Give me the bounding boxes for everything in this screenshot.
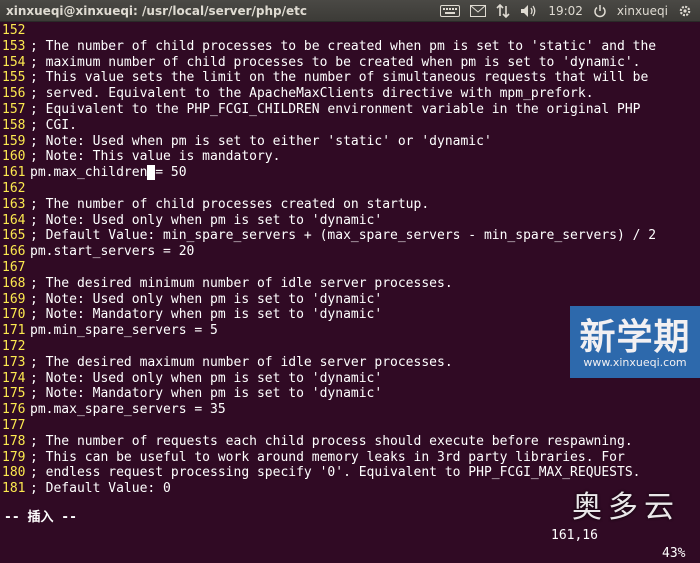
- editor-line[interactable]: 169; Note: Used only when pm is set to '…: [0, 292, 700, 308]
- editor-line[interactable]: 157; Equivalent to the PHP_FCGI_CHILDREN…: [0, 102, 700, 118]
- line-number: 177: [2, 417, 26, 433]
- line-text: ; Note: Mandatory when pm is set to 'dyn…: [30, 307, 383, 323]
- line-number: 179: [2, 449, 26, 465]
- line-number: 153: [2, 38, 26, 54]
- line-text: ; The number of requests each child proc…: [30, 433, 633, 449]
- line-number: 155: [2, 70, 26, 86]
- editor-line[interactable]: 175; Note: Mandatory when pm is set to '…: [0, 386, 700, 402]
- line-number: 167: [2, 259, 26, 275]
- line-text: ; The number of child processes to be cr…: [30, 38, 657, 54]
- editor-line[interactable]: 160; Note: This value is mandatory.: [0, 149, 700, 165]
- power-icon[interactable]: [593, 4, 607, 18]
- line-number: 161: [2, 165, 26, 181]
- line-number: 168: [2, 275, 26, 291]
- editor-line[interactable]: 153; The number of child processes to be…: [0, 39, 700, 55]
- line-number: 158: [2, 117, 26, 133]
- watermark-logo: 新学期 www.xinxueqi.com: [570, 306, 700, 378]
- line-number: 178: [2, 433, 26, 449]
- insert-mode-indicator: -- 插入 --: [4, 510, 77, 525]
- line-text: ; Note: Used only when pm is set to 'dyn…: [30, 212, 383, 228]
- line-text: = 50: [155, 165, 187, 181]
- line-number: 157: [2, 101, 26, 117]
- editor-line[interactable]: 178; The number of requests each child p…: [0, 434, 700, 450]
- line-number: 160: [2, 149, 26, 165]
- clock[interactable]: 19:02: [548, 4, 583, 18]
- mail-icon[interactable]: [470, 4, 487, 17]
- line-text: ; The desired minimum number of idle ser…: [30, 275, 453, 291]
- scroll-percent: 43%: [662, 546, 686, 561]
- editor-line[interactable]: 168; The desired minimum number of idle …: [0, 276, 700, 292]
- line-text: pm.min_spare_servers = 5: [30, 323, 218, 339]
- line-number: 152: [2, 23, 26, 38]
- editor-line[interactable]: 165; Default Value: min_spare_servers + …: [0, 228, 700, 244]
- cursor-position: 161,16: [551, 528, 598, 543]
- panel-indicators: 19:02 xinxueqi: [440, 3, 700, 18]
- line-number: 170: [2, 307, 26, 323]
- line-text: ; Equivalent to the PHP_FCGI_CHILDREN en…: [30, 101, 641, 117]
- line-number: 163: [2, 196, 26, 212]
- line-text: ; Note: Used only when pm is set to 'dyn…: [30, 291, 383, 307]
- line-number: 165: [2, 228, 26, 244]
- editor-line[interactable]: 152: [0, 23, 700, 39]
- line-text: ; The number of child processes created …: [30, 196, 430, 212]
- line-text: ; Note: Used when pm is set to either 's…: [30, 133, 492, 149]
- volume-icon[interactable]: [520, 4, 538, 18]
- line-text: ; This can be useful to work around memo…: [30, 449, 625, 465]
- line-number: 169: [2, 291, 26, 307]
- top-panel: xinxueqi@xinxueqi: /usr/local/server/php…: [0, 0, 700, 22]
- line-number: 173: [2, 354, 26, 370]
- line-number: 171: [2, 323, 26, 339]
- line-text: pm.max_children: [30, 165, 148, 181]
- watermark-brand: 奥多云: [572, 490, 680, 525]
- editor-line[interactable]: 163; The number of child processes creat…: [0, 197, 700, 213]
- editor-line[interactable]: 180; endless request processing specify …: [0, 465, 700, 481]
- window-title: xinxueqi@xinxueqi: /usr/local/server/php…: [6, 3, 308, 18]
- line-text: ; Note: This value is mandatory.: [30, 149, 281, 165]
- line-text: pm.max_spare_servers = 35: [30, 402, 226, 418]
- user-name[interactable]: xinxueqi: [617, 4, 668, 18]
- line-number: 164: [2, 212, 26, 228]
- line-text: ; This value sets the limit on the numbe…: [30, 70, 649, 86]
- keyboard-icon[interactable]: [440, 4, 461, 17]
- line-number: 175: [2, 386, 26, 402]
- line-text: pm.start_servers = 20: [30, 244, 195, 260]
- line-text: ; Note: Used only when pm is set to 'dyn…: [30, 370, 383, 386]
- line-text: ; endless request processing specify '0'…: [30, 465, 641, 481]
- line-text: ; maximum number of child processes to b…: [30, 54, 641, 70]
- editor-line[interactable]: 159; Note: Used when pm is set to either…: [0, 134, 700, 150]
- line-number: 166: [2, 244, 26, 260]
- line-text: ; CGI.: [30, 117, 77, 133]
- editor-line[interactable]: 166 pm.start_servers = 20: [0, 244, 700, 260]
- line-number: 154: [2, 54, 26, 70]
- editor-line[interactable]: 164; Note: Used only when pm is set to '…: [0, 213, 700, 229]
- editor-line[interactable]: 179; This can be useful to work around m…: [0, 450, 700, 466]
- line-text: ; Default Value: min_spare_servers + (ma…: [30, 228, 657, 244]
- line-number: 180: [2, 465, 26, 481]
- line-text: ; The desired maximum number of idle ser…: [30, 354, 453, 370]
- editor-line[interactable]: 162: [0, 181, 700, 197]
- line-text: ; served. Equivalent to the ApacheMaxCli…: [30, 86, 594, 102]
- vim-editor[interactable]: 152 153; The number of child processes to…: [0, 22, 700, 503]
- editor-line[interactable]: 176 pm.max_spare_servers = 35: [0, 402, 700, 418]
- line-number: 174: [2, 370, 26, 386]
- editor-line[interactable]: 158; CGI.: [0, 118, 700, 134]
- line-number: 156: [2, 86, 26, 102]
- editor-line[interactable]: 167: [0, 260, 700, 276]
- editor-line[interactable]: 154; maximum number of child processes t…: [0, 55, 700, 71]
- watermark-title: 新学期: [579, 317, 691, 358]
- network-icon[interactable]: [496, 3, 510, 18]
- line-number: 172: [2, 338, 26, 354]
- line-number: 159: [2, 133, 26, 149]
- watermark-url: www.xinxueqi.com: [583, 356, 687, 369]
- editor-line[interactable]: 161 pm.max_children = 50: [0, 165, 700, 181]
- settings-gear-icon[interactable]: [678, 4, 692, 18]
- line-number: 162: [2, 180, 26, 196]
- editor-line[interactable]: 155; This value sets the limit on the nu…: [0, 70, 700, 86]
- editor-line[interactable]: 177: [0, 418, 700, 434]
- editor-line[interactable]: 156; served. Equivalent to the ApacheMax…: [0, 86, 700, 102]
- line-number: 176: [2, 402, 26, 418]
- line-text: ; Note: Mandatory when pm is set to 'dyn…: [30, 386, 383, 402]
